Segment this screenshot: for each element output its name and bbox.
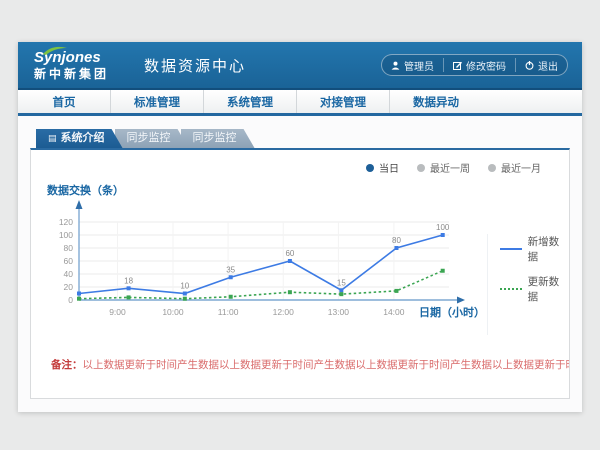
- svg-text:12:00: 12:00: [273, 307, 295, 317]
- page-title: 数据资源中心: [144, 55, 246, 76]
- svg-text:9:00: 9:00: [109, 307, 126, 317]
- nav-item-interface-mgmt[interactable]: 对接管理: [296, 90, 389, 113]
- radio-label: 最近一周: [430, 160, 470, 175]
- legend-item-new-data: 新增数据: [500, 234, 569, 264]
- svg-text:15: 15: [337, 278, 346, 287]
- chart-panel: 当日 最近一周 最近一月 数据交换（条） 0 20 40 60 80 100 120 9:00 1…: [30, 148, 570, 399]
- line-chart: 数据交换（条） 0 20 40 60 80 100 120 9:00 10:00 11:00 12:0…: [45, 182, 487, 335]
- svg-text:40: 40: [64, 269, 74, 279]
- tab-bar: ▤ 系统介绍 同步监控 同步监控: [30, 129, 570, 148]
- legend-label: 更新数据: [528, 274, 569, 304]
- footnote-text: 以上数据更新于时间产生数据以上数据更新于时间产生数据以上数据更新于时间产生数据以…: [83, 359, 570, 371]
- tab-sync-monitor-2[interactable]: 同步监控: [181, 129, 255, 148]
- svg-text:35: 35: [226, 265, 235, 274]
- svg-text:10: 10: [180, 282, 189, 291]
- radio-last-month[interactable]: 最近一月: [488, 160, 541, 175]
- svg-text:80: 80: [392, 236, 401, 245]
- app-window: Synjones 新中新集团 数据资源中心 管理员 修改密码: [18, 42, 582, 412]
- chart-row: 数据交换（条） 0 20 40 60 80 100 120 9:00 10:00 11:00 12:0…: [31, 182, 569, 335]
- radio-dot-icon: [366, 164, 374, 172]
- svg-text:60: 60: [285, 249, 294, 258]
- app-header: Synjones 新中新集团 数据资源中心 管理员 修改密码: [18, 42, 582, 90]
- svg-text:10:00: 10:00: [162, 307, 184, 317]
- logo-subtext: 新中新集团: [34, 68, 130, 80]
- time-range-filter: 当日 最近一周 最近一月: [366, 160, 541, 175]
- logout-label: 退出: [538, 58, 558, 73]
- svg-text:120: 120: [59, 217, 73, 227]
- radio-label: 最近一月: [501, 160, 541, 175]
- user-menu: 管理员 修改密码 退出: [381, 54, 568, 76]
- footnote-prefix: 备注：: [51, 359, 83, 371]
- svg-text:18: 18: [124, 276, 133, 285]
- nav-item-data-change[interactable]: 数据异动: [389, 90, 482, 113]
- change-password-button[interactable]: 修改密码: [443, 58, 515, 72]
- logo: Synjones 新中新集团: [34, 50, 130, 80]
- radio-last-week[interactable]: 最近一周: [417, 160, 470, 175]
- nav-item-system-mgmt[interactable]: 系统管理: [203, 90, 296, 113]
- svg-text:11:00: 11:00: [218, 307, 239, 317]
- legend-label: 新增数据: [528, 234, 569, 264]
- radio-label: 当日: [379, 160, 399, 175]
- svg-text:80: 80: [64, 243, 74, 253]
- svg-text:日期（小时）: 日期（小时）: [419, 305, 485, 319]
- radio-dot-icon: [417, 164, 425, 172]
- nav-item-standard-mgmt[interactable]: 标准管理: [110, 90, 203, 113]
- tab-label: 系统介绍: [61, 129, 105, 148]
- svg-text:数据交换（条）: 数据交换（条）: [47, 183, 124, 197]
- nav-item-label: 标准管理: [134, 94, 180, 110]
- radio-today[interactable]: 当日: [366, 160, 399, 175]
- logo-swoosh-icon: [42, 46, 68, 56]
- svg-text:100: 100: [59, 230, 73, 240]
- chart-legend: 新增数据 更新数据: [487, 234, 569, 335]
- green-dotted-line-icon: [500, 288, 522, 290]
- user-icon: [391, 61, 400, 70]
- chart-canvas: 数据交换（条） 0 20 40 60 80 100 120 9:00 10:00 11:00 12:0…: [45, 182, 487, 330]
- footnote: 备注：以上数据更新于时间产生数据以上数据更新于时间产生数据以上数据更新于时间产生…: [31, 357, 569, 372]
- radio-dot-icon: [488, 164, 496, 172]
- svg-text:0: 0: [68, 295, 73, 305]
- legend-item-updated-data: 更新数据: [500, 274, 569, 304]
- tab-label: 同步监控: [127, 129, 171, 148]
- svg-text:13:00: 13:00: [328, 307, 350, 317]
- edit-icon: [453, 61, 462, 70]
- change-password-label: 修改密码: [466, 58, 506, 73]
- blue-line-icon: [500, 248, 522, 250]
- svg-text:20: 20: [64, 282, 74, 292]
- user-name-label: 管理员: [404, 58, 434, 73]
- tab-label: 同步监控: [193, 129, 237, 148]
- nav-item-label: 首页: [53, 94, 76, 110]
- nav-item-label: 系统管理: [227, 94, 273, 110]
- svg-text:100: 100: [436, 223, 450, 232]
- nav-item-home[interactable]: 首页: [18, 90, 110, 113]
- document-icon: ▤: [48, 134, 57, 143]
- nav-item-label: 数据异动: [413, 94, 459, 110]
- main-nav: 首页 标准管理 系统管理 对接管理 数据异动: [18, 90, 582, 116]
- tab-system-intro[interactable]: ▤ 系统介绍: [36, 129, 123, 148]
- user-name-button[interactable]: 管理员: [382, 58, 443, 72]
- power-icon: [525, 61, 534, 70]
- nav-item-label: 对接管理: [320, 94, 366, 110]
- tab-sync-monitor-1[interactable]: 同步监控: [115, 129, 189, 148]
- svg-text:14:00: 14:00: [383, 307, 405, 317]
- logout-button[interactable]: 退出: [515, 58, 567, 72]
- content-area: ▤ 系统介绍 同步监控 同步监控 当日 最近一周: [18, 116, 582, 399]
- svg-text:60: 60: [64, 256, 74, 266]
